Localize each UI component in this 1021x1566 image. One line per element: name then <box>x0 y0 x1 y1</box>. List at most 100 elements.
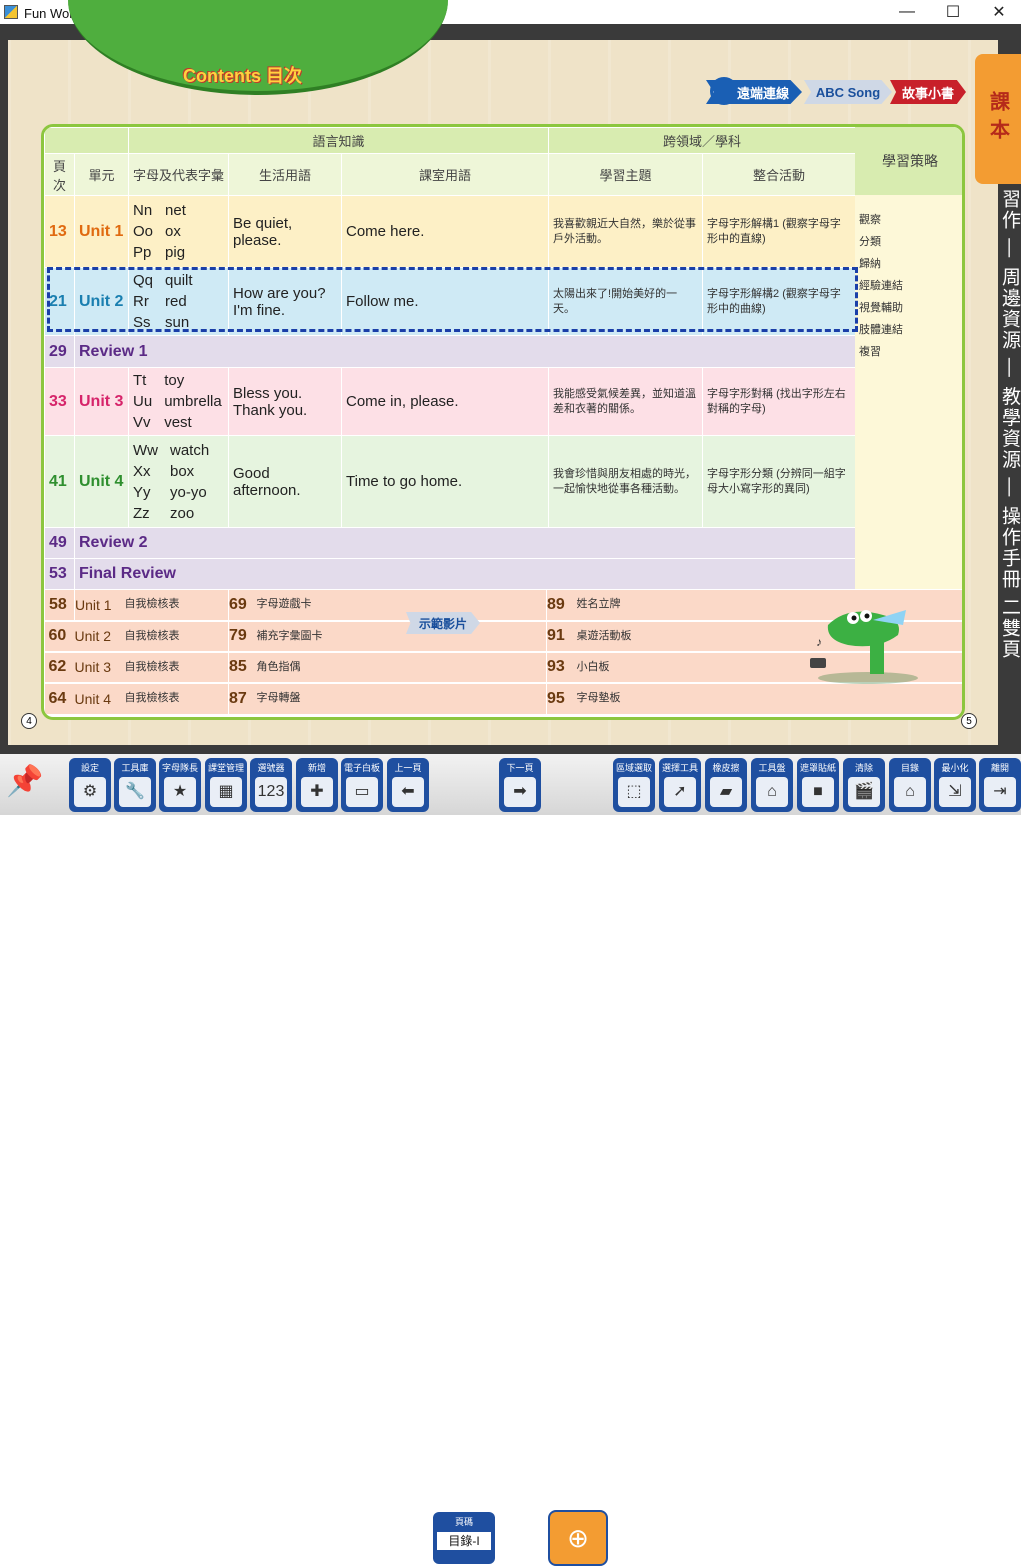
page-number: 33 <box>44 367 75 436</box>
header-letters: 字母及代表字彙 <box>128 153 229 196</box>
book-stage: Contents 目次 遠端連線 ABC Song 故事小書 語言知識 跨領域／… <box>0 0 1021 754</box>
tool-clear[interactable]: 清除 🎬 <box>843 758 885 812</box>
page-number: 29 <box>44 335 75 368</box>
tool-class-manage[interactable]: 課堂管理 ▦ <box>205 758 247 812</box>
life-phrase: Bless you. Thank you. <box>228 367 342 436</box>
review-label: Review 2 <box>73 527 857 559</box>
page-select[interactable]: 頁碼 目錄-I <box>433 1512 495 1564</box>
life-phrase: How are you? I'm fine. <box>228 267 342 336</box>
page-number: 49 <box>44 527 75 559</box>
class-phrase: Follow me. <box>340 267 550 336</box>
page-select-value: 目錄-I <box>437 1532 491 1550</box>
captain-icon: ★ <box>164 777 196 807</box>
contents-table: 語言知識 跨領域／學科 頁次 單元 字母及代表字彙 生活用語 課室用語 學習主題… <box>44 127 857 590</box>
minimize-button[interactable]: — <box>884 0 930 24</box>
table-row-unit4[interactable]: 41 Unit 4 Ww Xx Yy Zz watch box yo-yo zoo Good… <box>44 435 857 528</box>
strategy-list: 觀察 分類 歸納 經驗連結 視覺輔助 肢體連結 複習 <box>859 214 903 358</box>
svg-text:♪: ♪ <box>816 635 822 649</box>
review-label: Final Review <box>73 558 857 590</box>
theme-text: 我會珍惜與朋友相處的時光，一起愉快地從事各種活動。 <box>548 435 704 528</box>
class-phrase: Come in, please. <box>340 367 550 436</box>
crocodile-mascot-icon: ♪ <box>810 610 918 684</box>
page-number: 53 <box>44 558 75 590</box>
whiteboard-icon: ▭ <box>346 777 378 807</box>
cursor-icon: ➚ <box>664 777 696 807</box>
remote-button[interactable]: 遠端連線 <box>706 80 802 104</box>
abc-song-button[interactable]: ABC Song <box>804 80 892 104</box>
integ-text: 字母字形解構1 (觀察字母字形中的直線) <box>702 195 857 268</box>
maximize-button[interactable]: ☐ <box>930 0 976 24</box>
integ-text: 字母字形解構2 (觀察字母字形中的曲線) <box>702 267 857 336</box>
close-button[interactable]: ✕ <box>976 0 1021 24</box>
clapper-icon: 🎬 <box>848 777 880 807</box>
home-icon: ⌂ <box>894 777 926 807</box>
unit-label: Unit 1 <box>74 195 129 268</box>
life-phrase: Good afternoon. <box>228 435 342 528</box>
tool-toc[interactable]: 目錄 ⌂ <box>889 758 931 812</box>
life-phrase: Be quiet, please. <box>228 195 342 268</box>
header-language: 語言知識 <box>127 127 550 154</box>
table-row-unit1[interactable]: 13 Unit 1 Nn Oo Pp net ox pig Be quiet, plea… <box>44 195 857 268</box>
eraser-icon: ▰ <box>710 777 742 807</box>
table-row-final[interactable]: 53 Final Review <box>44 558 857 590</box>
letters-cell: Tt Uu Vv toy umbrella vest <box>128 367 229 436</box>
tool-minimize[interactable]: 最小化 ⇲ <box>934 758 976 812</box>
wrench-icon: 🔧 <box>119 777 151 807</box>
page-number: 41 <box>44 435 75 528</box>
page-number: 21 <box>44 267 75 336</box>
integ-text: 字母字形分類 (分辨同一組字母大小寫字形的異同) <box>702 435 857 528</box>
plus-icon: ✚ <box>301 777 333 807</box>
house-icon: ⌂ <box>756 777 788 807</box>
demo-video-button[interactable]: 示範影片 <box>406 612 480 634</box>
letters-cell: Qq Rr Ss quilt red sun <box>128 267 229 336</box>
board-icon: ▦ <box>210 777 242 807</box>
letters-cell: Ww Xx Yy Zz watch box yo-yo zoo <box>128 435 229 528</box>
unit-label: Unit 4 <box>74 435 129 528</box>
theme-text: 我能感受氣候差異，並知道溫差和衣著的關係。 <box>548 367 704 436</box>
app-icon <box>4 5 18 19</box>
tool-area-select[interactable]: 區域選取 ⬚ <box>613 758 655 812</box>
tool-number-picker[interactable]: 選號器 123 <box>250 758 292 812</box>
letters-cell: Nn Oo Pp net ox pig <box>128 195 229 268</box>
header-cross: 跨領域／學科 <box>548 127 857 154</box>
tool-tray[interactable]: 工具盤 ⌂ <box>751 758 793 812</box>
review-label: Review 1 <box>73 335 857 368</box>
tool-add[interactable]: 新增 ✚ <box>296 758 338 812</box>
tool-library[interactable]: 工具庫 🔧 <box>114 758 156 812</box>
header-class: 課室用語 <box>340 153 550 196</box>
exit-icon: ⇥ <box>984 777 1016 807</box>
class-phrase: Time to go home. <box>340 435 550 528</box>
minimize-icon: ⇲ <box>939 777 971 807</box>
page-number-left: 4 <box>21 713 37 729</box>
strategy-column: 學習策略 觀察 分類 歸納 經驗連結 視覺輔助 肢體連結 複習 <box>855 127 962 589</box>
area-select-icon: ⬚ <box>618 777 650 807</box>
side-resource-tabs[interactable]: 習作 — 周邊資源 — 教學資源 — 操作手冊 二雙頁 <box>998 189 1021 779</box>
table-row-review1[interactable]: 29 Review 1 <box>44 335 857 368</box>
contents-title: Contents 目次 <box>183 66 302 86</box>
arrow-left-icon: ⬅ <box>392 777 424 807</box>
tool-next-page[interactable]: 下一頁 ➡ <box>499 758 541 812</box>
table-row-unit2[interactable]: 21 Unit 2 Qq Rr Ss quilt red sun How are you… <box>44 267 857 336</box>
tool-select[interactable]: 選擇工具 ➚ <box>659 758 701 812</box>
dice-icon: 123 <box>255 777 287 807</box>
tool-settings[interactable]: 設定 ⚙ <box>69 758 111 812</box>
header-unit: 單元 <box>74 153 129 196</box>
tool-prev-page[interactable]: 上一頁 ⬅ <box>387 758 429 812</box>
tool-exit[interactable]: 離開 ⇥ <box>979 758 1021 812</box>
tool-whiteboard[interactable]: 電子白板 ▭ <box>341 758 383 812</box>
arrow-right-icon: ➡ <box>504 777 536 807</box>
table-row-review2[interactable]: 49 Review 2 <box>44 527 857 559</box>
integ-text: 字母字形對稱 (找出字形左右對稱的字母) <box>702 367 857 436</box>
tab-textbook[interactable]: 課本 <box>975 54 1021 184</box>
page-number: 13 <box>44 195 75 268</box>
header-strategy: 學習策略 <box>855 127 962 195</box>
header-integ: 整合活動 <box>702 153 857 196</box>
tool-eraser[interactable]: 橡皮擦 ▰ <box>705 758 747 812</box>
table-row-unit3[interactable]: 33 Unit 3 Tt Uu Vv toy umbrella vest Bless y… <box>44 367 857 436</box>
unit-label: Unit 3 <box>74 367 129 436</box>
story-book-button[interactable]: 故事小書 <box>890 80 966 104</box>
tool-letter-captain[interactable]: 字母隊長 ★ <box>159 758 201 812</box>
tool-mask-sticker[interactable]: 遮罩貼紙 ■ <box>797 758 839 812</box>
pin-icon[interactable]: 📌 <box>6 764 43 799</box>
crosshair-tool-icon[interactable]: ⊕ <box>548 1510 608 1566</box>
